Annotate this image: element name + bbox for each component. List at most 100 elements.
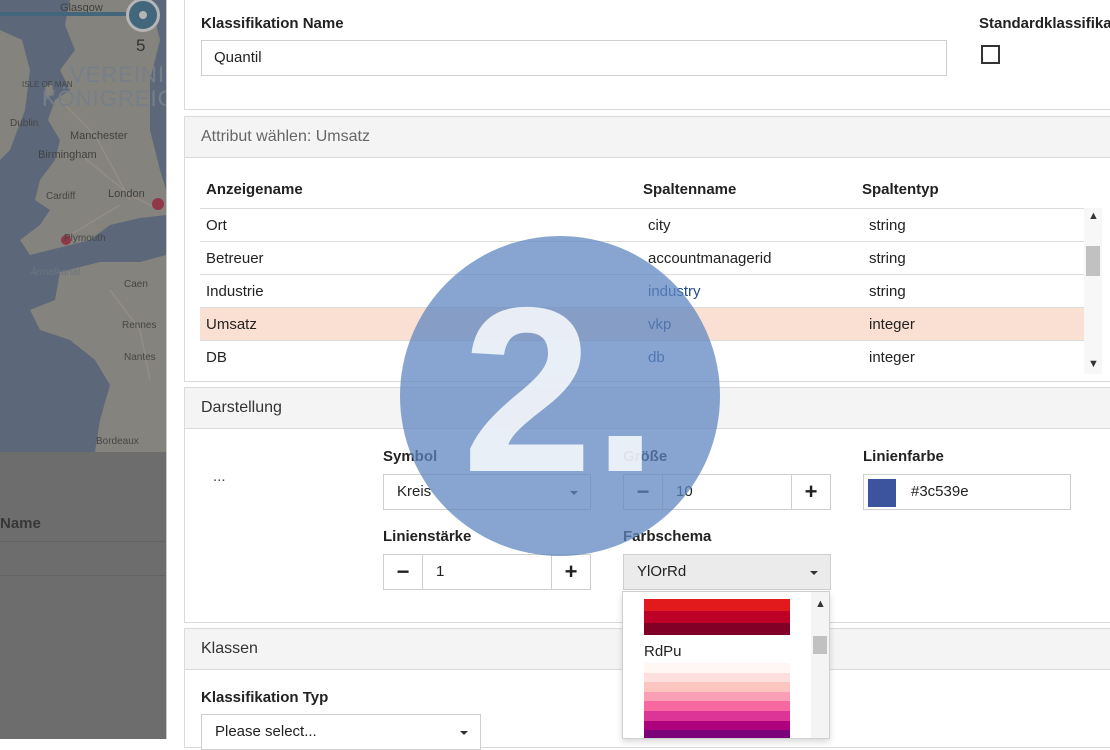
cell-display-name: DB — [206, 349, 227, 366]
divider — [0, 575, 166, 576]
display-panel-heading: Darstellung — [185, 388, 1110, 429]
map-label-birmingham: Birmingham — [38, 149, 97, 161]
size-increment-button[interactable]: + — [791, 475, 830, 509]
color-scheme-option-label[interactable]: RdPu — [644, 643, 682, 660]
map-label-manchester: Manchester — [70, 130, 128, 142]
map-label-country-2: KÖNIGREIC — [42, 86, 166, 111]
map-label-armelkanal: Ärmelkanal — [30, 267, 81, 278]
map-view[interactable]: Glasgow VEREINIGT KÖNIGREIC ISLE OF MAN … — [0, 0, 166, 452]
map-label-london: London — [108, 188, 145, 200]
left-list-name-header[interactable]: Name — [0, 515, 41, 532]
attribute-panel-heading: Attribut wählen: Umsatz — [185, 117, 1110, 158]
scroll-thumb[interactable] — [1086, 246, 1100, 276]
table-row-selected[interactable]: Umsatz vkp integer — [200, 307, 1084, 340]
table-row[interactable]: DB db integer — [200, 340, 1084, 373]
default-classification-checkbox[interactable] — [981, 45, 1000, 64]
scroll-thumb[interactable] — [813, 636, 827, 654]
default-classification-label: Standardklassifika — [979, 15, 1110, 32]
column-header-column-type[interactable]: Spaltentyp — [862, 181, 939, 198]
column-header-column-name[interactable]: Spaltenname — [643, 181, 736, 198]
symbol-label: Symbol — [383, 448, 438, 465]
cell-column-name: industry — [648, 283, 701, 300]
table-row[interactable]: Industrie industry string — [200, 274, 1084, 307]
cell-column-name: db — [648, 349, 665, 366]
line-width-label: Linienstärke — [383, 528, 472, 545]
table-row[interactable]: Ort city string — [200, 208, 1084, 241]
color-ramp-band — [644, 720, 790, 731]
cell-display-name: Ort — [206, 217, 227, 234]
classification-type-label: Klassifikation Typ — [201, 689, 329, 706]
table-scrollbar[interactable]: ▲ ▼ — [1084, 208, 1102, 374]
scroll-up-arrow[interactable]: ▲ — [815, 598, 826, 610]
cell-display-name: Umsatz — [206, 316, 257, 333]
dropdown-scrollbar[interactable]: ▲ — [811, 592, 829, 738]
map-label-plymouth: Plymouth — [64, 233, 106, 244]
map-label-bordeaux: Bordeaux — [96, 436, 139, 447]
color-ramp-band — [644, 611, 790, 623]
line-width-decrement-button[interactable]: − — [384, 555, 423, 589]
zoom-handle[interactable] — [126, 0, 160, 32]
color-ramp-band — [644, 663, 790, 673]
map-label-isle-of-man: ISLE OF MAN — [22, 80, 73, 89]
line-color-value[interactable]: #3c539e — [911, 483, 969, 500]
classification-name-label: Klassifikation Name — [201, 15, 344, 32]
line-color-label: Linienfarbe — [863, 448, 944, 465]
size-value[interactable]: 10 — [676, 483, 693, 500]
cell-column-type: string — [869, 217, 906, 234]
map-label-nantes: Nantes — [124, 352, 156, 363]
line-width-value[interactable]: 1 — [436, 563, 444, 580]
size-label: Größe — [623, 448, 668, 465]
zoom-track[interactable] — [0, 12, 134, 16]
map-label-country: VEREINIGT — [70, 62, 166, 87]
cell-column-type: string — [869, 283, 906, 300]
symbol-preview: ... — [213, 468, 226, 485]
classification-type-placeholder: Please select... — [215, 723, 317, 740]
scroll-up-arrow[interactable]: ▲ — [1088, 210, 1099, 222]
display-panel: Darstellung ... Symbol Kreis Größe − 10 … — [184, 387, 1110, 623]
color-ramp-band — [644, 730, 790, 738]
column-header-display-name[interactable]: Anzeigename — [206, 181, 303, 198]
chevron-down-icon — [460, 731, 468, 735]
classification-type-select[interactable]: Please select... — [201, 714, 481, 750]
line-color-input[interactable]: #3c539e — [863, 474, 1071, 510]
color-scheme-select-value: YlOrRd — [637, 563, 687, 580]
size-stepper[interactable]: − 10 + — [623, 474, 831, 510]
color-ramp-band — [644, 682, 790, 692]
size-decrement-button[interactable]: − — [624, 475, 663, 509]
zoom-slider[interactable]: 5 — [0, 0, 166, 55]
zoom-level: 5 — [136, 36, 146, 55]
map-label-cardiff: Cardiff — [46, 191, 76, 202]
cell-display-name: Betreuer — [206, 250, 264, 267]
cell-column-name: vkp — [648, 316, 672, 333]
color-ramp-band — [644, 672, 790, 683]
color-scheme-label: Farbschema — [623, 528, 712, 545]
cell-column-type: integer — [869, 349, 915, 366]
classification-name-input[interactable]: Quantil — [201, 40, 947, 76]
chevron-down-icon — [810, 571, 818, 575]
symbol-select[interactable]: Kreis — [383, 474, 591, 510]
line-color-swatch[interactable] — [868, 479, 896, 507]
color-ramp-band — [644, 710, 790, 721]
line-width-increment-button[interactable]: + — [551, 555, 590, 589]
cell-column-name: accountmanagerid — [648, 250, 772, 267]
color-ramp-option[interactable] — [644, 599, 790, 635]
cell-column-type: string — [869, 250, 906, 267]
line-width-stepper[interactable]: − 1 + — [383, 554, 591, 590]
attribute-table-body: Ort city string Betreuer accountmanageri… — [200, 208, 1084, 374]
cell-column-type: integer — [869, 316, 915, 333]
left-list-panel — [0, 452, 166, 739]
color-ramp-option-rdpu[interactable] — [644, 663, 790, 738]
map-label-caen: Caen — [124, 279, 148, 290]
divider — [0, 541, 166, 542]
color-ramp-band — [644, 599, 790, 611]
color-ramp-band — [644, 701, 790, 711]
color-scheme-select[interactable]: YlOrRd — [623, 554, 831, 590]
chevron-down-icon — [570, 491, 578, 495]
scroll-down-arrow[interactable]: ▼ — [1088, 358, 1099, 370]
symbol-select-value: Kreis — [397, 483, 432, 500]
color-scheme-dropdown[interactable]: RdPu ▲ — [622, 591, 830, 739]
table-row[interactable]: Betreuer accountmanagerid string — [200, 241, 1084, 274]
cell-display-name: Industrie — [206, 283, 264, 300]
cell-column-name: city — [648, 217, 671, 234]
color-ramp-band — [644, 623, 790, 635]
